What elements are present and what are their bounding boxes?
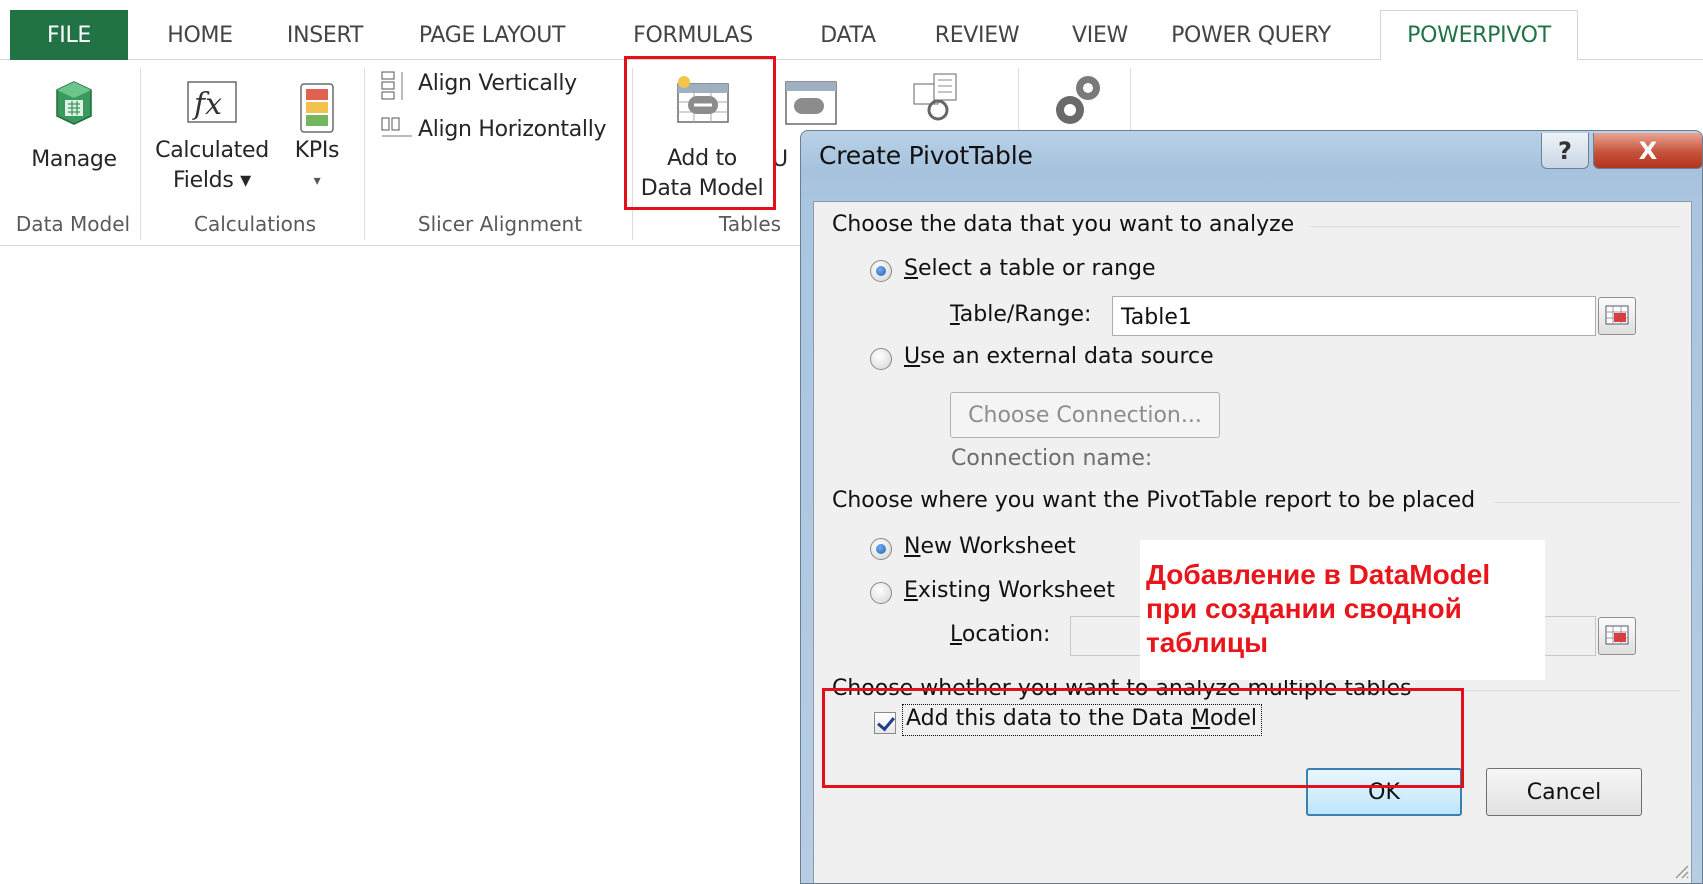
- radio-external-data-source[interactable]: [870, 348, 892, 370]
- range-selector-button[interactable]: [1598, 297, 1636, 335]
- table-properties-icon: [913, 73, 957, 121]
- resize-grip-icon[interactable]: [1672, 862, 1690, 880]
- cancel-button[interactable]: Cancel: [1486, 768, 1642, 816]
- group-label-calculations: Calculations: [194, 212, 316, 236]
- align-vertically-icon: [381, 71, 403, 100]
- accel-key: E: [904, 578, 918, 603]
- tab-formulas[interactable]: FORMULAS: [608, 10, 778, 60]
- kpis-button[interactable]: KPIs ▾: [282, 66, 352, 206]
- align-horizontally-icon: [381, 117, 412, 137]
- align-horizontally-label: Align Horizontally: [418, 117, 607, 142]
- svg-text:fx: fx: [192, 87, 222, 122]
- tab-review[interactable]: REVIEW: [918, 10, 1036, 60]
- tab-insert[interactable]: INSERT: [272, 10, 378, 60]
- accel-key: S: [904, 256, 918, 281]
- close-button[interactable]: X: [1593, 133, 1702, 169]
- calculated-fields-label: Calculated Fields ▾: [146, 136, 278, 196]
- accel-key: L: [950, 622, 962, 647]
- group-label-data-model: Data Model: [15, 212, 131, 236]
- highlight-add-to-data-model-option: [822, 688, 1464, 788]
- opt-external-data-source-text: se an external data source: [920, 344, 1214, 369]
- section-divider: [1494, 502, 1680, 503]
- chevron-down-icon: ▾: [313, 173, 321, 189]
- ribbon-tab-bar: FILE HOME INSERT PAGE LAYOUT FORMULAS DA…: [0, 0, 1703, 61]
- table-range-label: Table/Range:: [950, 302, 1091, 327]
- settings-gears-icon: [1056, 76, 1100, 124]
- align-vertically-button[interactable]: Align Vertically: [376, 66, 626, 106]
- annotation-text: Добавление в DataModel при создании свод…: [1146, 559, 1491, 658]
- manage-data-model-icon: [56, 81, 92, 125]
- calculated-fields-label-line2: Fields ▾: [173, 168, 251, 193]
- accel-key: U: [904, 344, 921, 369]
- opt-select-table-range-label[interactable]: Select a table or range: [904, 256, 1156, 281]
- group-separator: [140, 68, 141, 240]
- collapse-dialog-icon: [1605, 305, 1629, 325]
- align-vertically-label: Align Vertically: [418, 71, 577, 96]
- tab-power-query[interactable]: POWER QUERY: [1164, 10, 1338, 60]
- section-analyze-heading: Choose the data that you want to analyze: [832, 212, 1295, 237]
- tab-view[interactable]: VIEW: [1058, 10, 1142, 60]
- opt-select-table-range-text: elect a table or range: [917, 256, 1156, 281]
- excel-window: { "tabs": { "file": "FILE", "home": "HOM…: [0, 0, 1703, 884]
- tab-page-layout[interactable]: PAGE LAYOUT: [400, 10, 584, 60]
- table-range-input[interactable]: Table1: [1112, 296, 1596, 336]
- location-label-text: ocation:: [961, 622, 1051, 647]
- radio-existing-worksheet[interactable]: [870, 582, 892, 604]
- help-button[interactable]: ?: [1541, 133, 1589, 169]
- opt-existing-worksheet-text: xisting Worksheet: [917, 578, 1115, 603]
- update-table-icon: [785, 81, 837, 125]
- location-selector-button[interactable]: [1598, 617, 1636, 655]
- tab-powerpivot[interactable]: POWERPIVOT: [1380, 10, 1578, 61]
- collapse-dialog-icon: [1605, 625, 1629, 645]
- section-placement-heading: Choose where you want the PivotTable rep…: [832, 488, 1476, 513]
- group-label-slicer-alignment: Slicer Alignment: [417, 212, 583, 236]
- opt-new-worksheet-label[interactable]: New Worksheet: [904, 534, 1076, 559]
- radio-select-table-range[interactable]: [870, 260, 892, 282]
- accel-key: T: [950, 302, 960, 327]
- kpis-label-text: KPIs: [294, 138, 340, 163]
- group-label-tables: Tables: [718, 212, 782, 236]
- opt-new-worksheet-text: ew Worksheet: [920, 534, 1076, 559]
- opt-existing-worksheet-label[interactable]: Existing Worksheet: [904, 578, 1115, 603]
- align-horizontally-button[interactable]: Align Horizontally: [376, 112, 626, 152]
- dialog-title: Create PivotTable: [819, 141, 1033, 170]
- kpi-traffic-light-icon: [300, 83, 334, 133]
- accel-key: N: [904, 534, 921, 559]
- table-range-label-text: able/Range:: [959, 302, 1092, 327]
- section-divider: [1310, 226, 1680, 227]
- tab-file[interactable]: FILE: [10, 10, 128, 60]
- opt-external-data-source-label[interactable]: Use an external data source: [904, 344, 1214, 369]
- tab-home[interactable]: HOME: [150, 10, 250, 60]
- help-icon: ?: [1558, 136, 1572, 165]
- choose-connection-button[interactable]: Choose Connection...: [950, 392, 1220, 438]
- tab-data[interactable]: DATA: [800, 10, 896, 60]
- radio-new-worksheet[interactable]: [870, 538, 892, 560]
- calculated-fields-button[interactable]: fx Calculated Fields ▾: [146, 66, 278, 206]
- kpis-label: KPIs ▾: [282, 136, 352, 196]
- highlight-add-to-data-model: [624, 56, 776, 210]
- close-icon: X: [1638, 136, 1658, 165]
- connection-name-label: Connection name:: [951, 446, 1153, 471]
- annotation-note: Добавление в DataModel при создании свод…: [1140, 540, 1545, 680]
- manage-label: Manage: [31, 147, 117, 172]
- manage-button[interactable]: Manage: [14, 66, 134, 206]
- function-fx-icon: fx: [187, 81, 237, 123]
- group-separator: [364, 68, 365, 240]
- location-label: Location:: [950, 622, 1050, 647]
- calculated-fields-label-line1: Calculated: [155, 138, 269, 163]
